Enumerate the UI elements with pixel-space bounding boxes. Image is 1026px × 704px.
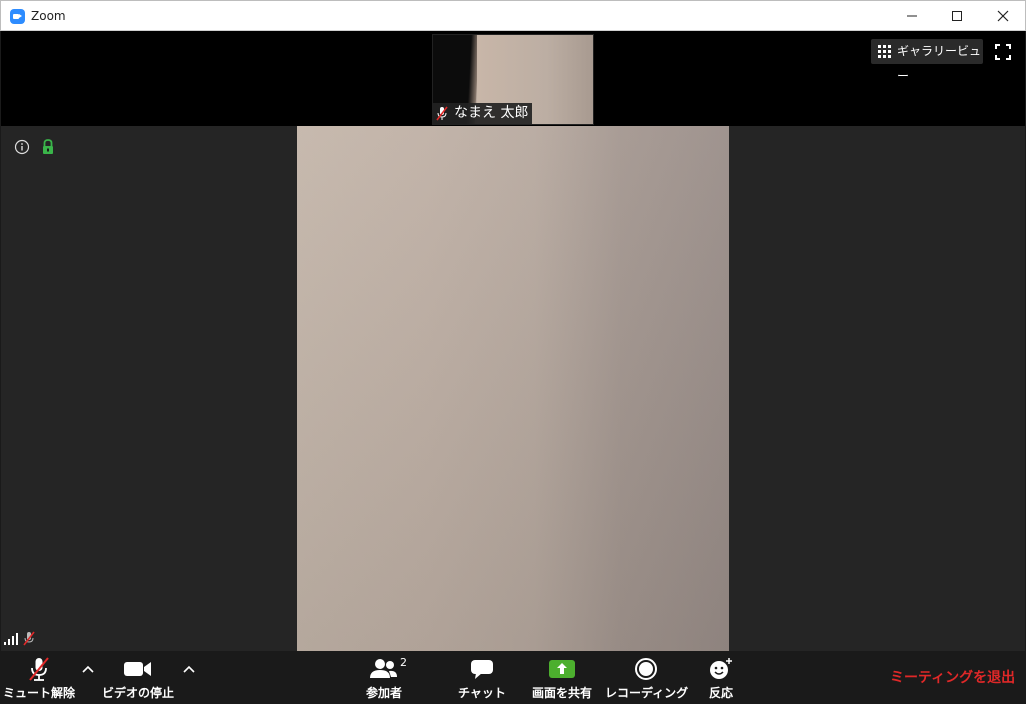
share-screen-button[interactable]: 画面を共有 [525,651,599,703]
maximize-button[interactable] [934,1,980,31]
title-bar: Zoom [0,0,1026,31]
mic-off-icon [23,631,35,646]
minimize-button[interactable] [889,1,935,31]
participants-icon [370,659,397,678]
minimize-icon [907,15,917,17]
mic-off-icon [29,657,49,681]
leave-meeting-button[interactable]: ミーティングを退出 [890,667,1015,687]
chevron-up-icon[interactable] [182,664,196,674]
fullscreen-button[interactable] [994,43,1014,63]
unmute-icon-wrap [2,656,76,682]
reaction-icon-wrap [701,656,741,682]
window-title: Zoom [31,9,66,23]
chat-icon [471,660,493,679]
participant-name-tag: なまえ 太郎 [432,103,533,124]
share-icon-wrap [525,656,599,682]
chat-button[interactable]: チャット [455,651,509,703]
info-icon[interactable] [14,139,30,155]
mic-off-icon [436,106,448,121]
unmute-button[interactable]: ミュート解除 [2,651,76,703]
gallery-view-button[interactable]: ギャラリービュー [871,39,983,83]
record-button[interactable]: レコーディング [605,651,689,703]
close-icon [997,10,1009,22]
share-screen-label: 画面を共有 [531,686,592,700]
participants-count: 2 [400,656,407,669]
participants-label: 参加者 [365,686,402,700]
chat-label: チャット [458,686,506,700]
share-screen-icon [549,660,575,678]
reactions-button[interactable]: 反応 [701,651,741,703]
chevron-up-icon[interactable] [81,664,95,674]
lock-icon[interactable] [41,138,55,156]
reactions-label: 反応 [708,686,733,700]
record-icon [635,658,657,680]
close-button[interactable] [980,1,1026,31]
video-icon [124,662,151,676]
record-icon-wrap [605,656,687,682]
participant-name: なまえ 太郎 [454,105,529,121]
grid-icon [878,45,891,58]
maximize-icon [952,11,962,21]
reaction-icon [710,658,732,679]
video-icon-wrap [98,656,178,682]
record-label: レコーディング [605,686,689,700]
stop-video-button[interactable]: ビデオの停止 [98,651,178,703]
fullscreen-icon [995,44,1011,60]
unmute-label: ミュート解除 [2,686,75,700]
stop-video-label: ビデオの停止 [101,686,174,700]
zoom-logo-icon [10,9,25,24]
chat-icon-wrap [455,656,509,682]
active-speaker-video [297,126,729,651]
signal-icon [4,633,18,645]
